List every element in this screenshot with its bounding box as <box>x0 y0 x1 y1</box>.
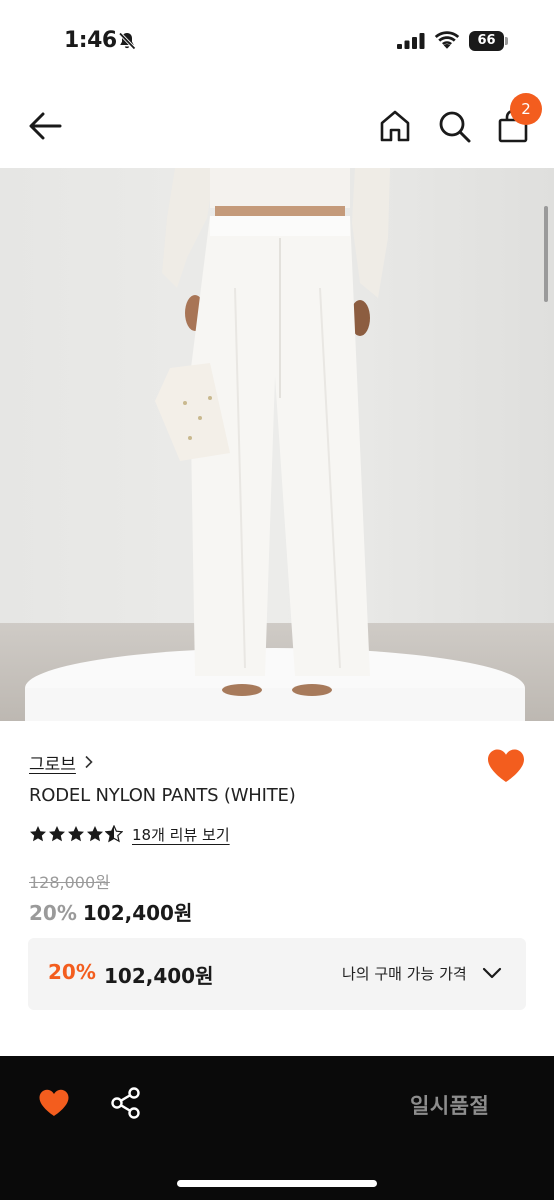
chevron-right-icon <box>85 755 93 769</box>
heart-icon[interactable] <box>486 748 526 784</box>
app-header: 2 <box>0 84 554 168</box>
rating-stars <box>29 825 123 843</box>
back-arrow-icon[interactable] <box>26 108 64 144</box>
scroll-indicator[interactable] <box>544 206 548 302</box>
my-price-label[interactable]: 나의 구매 가능 가격 <box>342 963 467 984</box>
bell-off-icon <box>118 32 136 50</box>
original-price: 128,000원 <box>29 873 110 892</box>
home-indicator[interactable] <box>177 1180 377 1187</box>
home-icon[interactable] <box>378 108 412 144</box>
sale-price: 102,400원 <box>82 901 193 925</box>
discount-rate: 20% <box>29 901 77 925</box>
status-bar: 1:46 66 <box>0 0 554 84</box>
battery-level: 66 <box>469 31 504 51</box>
brand-name[interactable]: 그로브 <box>29 750 76 775</box>
my-price-value: 102,400원 <box>104 964 214 988</box>
price-row: 20% 102,400원 <box>29 897 192 926</box>
battery-icon: 66 <box>469 31 509 51</box>
star-half-icon <box>105 825 123 843</box>
rating-row: 18개 리뷰 보기 <box>29 822 230 846</box>
review-link[interactable]: 18개 리뷰 보기 <box>132 824 230 845</box>
heart-icon[interactable] <box>38 1088 70 1118</box>
product-image[interactable] <box>0 168 554 721</box>
cart-count-badge: 2 <box>510 93 542 125</box>
status-time: 1:46 <box>64 28 117 53</box>
product-title: RODEL NYLON PANTS (WHITE) <box>29 785 296 806</box>
brand-link[interactable]: 그로브 <box>29 750 94 775</box>
star-icon <box>30 826 46 842</box>
share-icon[interactable] <box>110 1086 142 1120</box>
star-icon <box>49 826 65 842</box>
wifi-icon <box>434 31 460 49</box>
my-price-discount: 20% <box>48 960 96 984</box>
signal-icon <box>397 33 425 49</box>
star-icon <box>68 826 84 842</box>
sold-out-label: 일시품절 <box>410 1094 490 1118</box>
my-price-panel[interactable]: 20% 102,400원 나의 구매 가능 가격 <box>28 938 526 1010</box>
chevron-down-icon[interactable] <box>482 966 502 980</box>
bottom-action-bar: 일시품절 <box>0 1056 554 1200</box>
star-icon <box>87 826 103 842</box>
search-icon[interactable] <box>436 108 472 144</box>
